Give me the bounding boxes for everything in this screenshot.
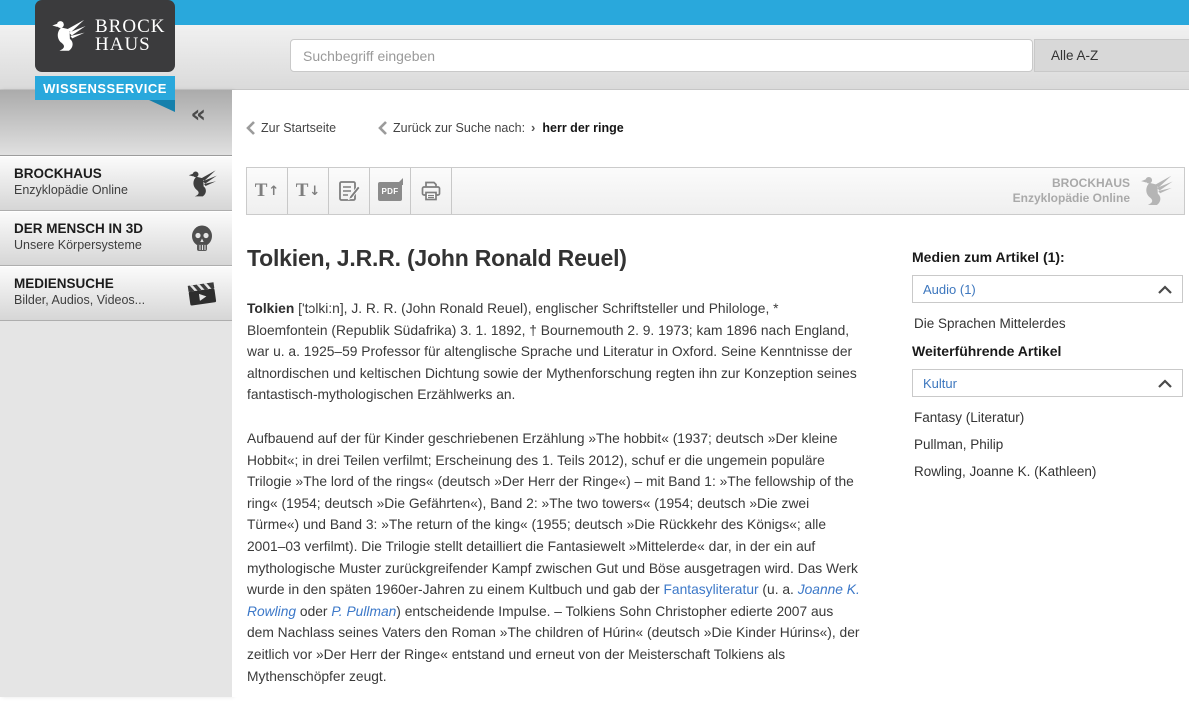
sidebar-item-mensch-3d[interactable]: DER MENSCH IN 3D Unsere Körpersysteme <box>0 211 232 266</box>
article-paragraph: Tolkien ['tɔlki:n], J. R. R. (John Ronal… <box>247 298 861 406</box>
audio-item-list: Die Sprachen Mittelerdes <box>912 316 1183 331</box>
pdf-button[interactable]: PDF <box>370 168 411 214</box>
sidebar-item-brockhaus[interactable]: BROCKHAUS Enzyklopädie Online <box>0 156 232 211</box>
griffin-icon <box>49 17 87 55</box>
article-body: Tolkien ['tɔlki:n], J. R. R. (John Ronal… <box>247 298 861 709</box>
audio-dropdown[interactable]: Audio (1) <box>912 275 1183 303</box>
related-dropdown-label: Kultur <box>923 376 957 391</box>
banner-fold <box>149 100 175 112</box>
article-text: Tolkien <box>247 301 294 316</box>
related-heading: Weiterführende Artikel <box>912 343 1183 359</box>
note-button[interactable] <box>329 168 370 214</box>
related-item-list: Fantasy (Literatur) Pullman, Philip Rowlin… <box>912 410 1183 479</box>
article-paragraph: Aufbauend auf der für Kinder geschrieben… <box>247 428 861 687</box>
breadcrumb-search-query[interactable]: herr der ringe <box>542 121 623 135</box>
article-text: ['tɔlki:n], J. R. R. (John Ronald Reuel)… <box>247 301 857 402</box>
breadcrumb: Zur Startseite Zurück zur Suche nach: › … <box>246 120 624 135</box>
article-text: oder <box>296 604 331 619</box>
font-decrease-button[interactable]: T ↓ <box>288 168 329 214</box>
griffin-icon <box>186 168 218 200</box>
breadcrumb-home-link[interactable]: Zur Startseite <box>261 121 336 135</box>
article-text: Aufbauend auf der für Kinder geschrieben… <box>247 431 858 597</box>
sidebar-item-mediensuche[interactable]: MEDIENSUCHE Bilder, Audios, Videos... <box>0 266 232 321</box>
font-increase-button[interactable]: T ↑ <box>247 168 288 214</box>
chevron-up-icon <box>1158 379 1172 388</box>
brockhaus-logo[interactable]: BROCK HAUS <box>35 0 175 72</box>
note-edit-icon <box>337 179 361 203</box>
search-input[interactable] <box>290 39 1033 72</box>
related-dropdown[interactable]: Kultur <box>912 369 1183 397</box>
media-heading: Medien zum Artikel (1): <box>912 249 1183 265</box>
breadcrumb-back-link[interactable]: Zurück zur Suche nach: <box>393 121 525 135</box>
main-content: Zur Startseite Zurück zur Suche nach: › … <box>232 90 1189 697</box>
related-article-link[interactable]: Rowling, Joanne K. (Kathleen) <box>914 464 1183 479</box>
related-article-link[interactable]: Fantasy (Literatur) <box>914 410 1183 425</box>
wissensservice-banner: WISSENSSERVICE <box>35 76 175 100</box>
griffin-icon <box>1138 173 1174 209</box>
printer-icon <box>419 179 443 203</box>
chevron-up-icon <box>1158 285 1172 294</box>
audio-item-link[interactable]: Die Sprachen Mittelerdes <box>914 316 1183 331</box>
breadcrumb-separator: › <box>531 120 535 135</box>
toolbar-brand-line1: BROCKHAUS <box>1013 176 1130 191</box>
article-link[interactable]: P. Pullman <box>331 604 396 619</box>
toolbar-brand-line2: Enzyklopädie Online <box>1013 191 1130 206</box>
article-text: (u. a. <box>759 582 798 597</box>
all-az-label: Alle A-Z <box>1051 48 1098 63</box>
all-az-button[interactable]: Alle A-Z <box>1034 39 1189 72</box>
skull-icon <box>186 223 218 255</box>
pdf-icon: PDF <box>378 182 402 201</box>
toolbar-brand: BROCKHAUS Enzyklopädie Online <box>1013 168 1184 214</box>
chevron-left-icon <box>246 121 255 135</box>
logo-wordmark: BROCK HAUS <box>95 18 165 54</box>
article-toolbar: T ↑ T ↓ PDF <box>246 167 1185 215</box>
media-panel: Medien zum Artikel (1): Audio (1) Die Sp… <box>912 249 1183 491</box>
sidebar-collapse-button[interactable]: « <box>190 100 206 128</box>
article-title: Tolkien, J.R.R. (John Ronald Reuel) <box>247 245 627 272</box>
left-sidebar: « BROCKHAUS Enzyklopädie Online DER MENS… <box>0 90 232 697</box>
article-link[interactable]: Fantasyliteratur <box>664 582 759 597</box>
top-accent-bar <box>0 0 1189 25</box>
related-article-link[interactable]: Pullman, Philip <box>914 437 1183 452</box>
print-button[interactable] <box>411 168 452 214</box>
media-clapper-icon <box>186 278 218 310</box>
audio-dropdown-label: Audio (1) <box>923 282 976 297</box>
chevron-left-icon <box>378 121 387 135</box>
